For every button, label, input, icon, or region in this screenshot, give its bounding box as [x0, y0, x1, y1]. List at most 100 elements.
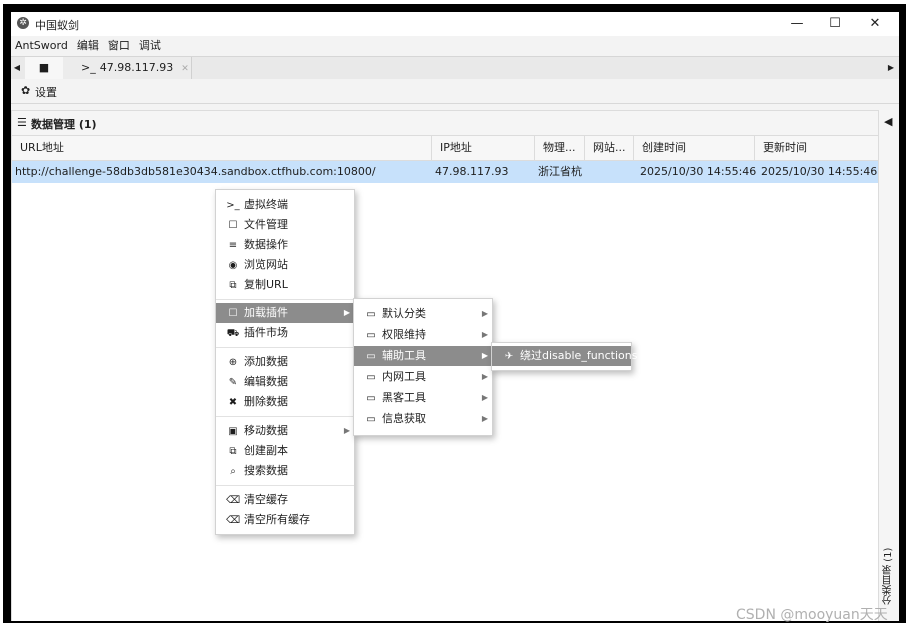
submenu-arrow-icon: ▶ — [343, 426, 350, 435]
submenu-arrow-icon: ▶ — [343, 308, 350, 317]
tab-host[interactable]: >_ 47.98.117.93 ✕ — [63, 57, 192, 79]
menu-divider — [216, 416, 354, 417]
delete-icon: ✖ — [228, 397, 238, 408]
close-window-button[interactable]: ✕ — [853, 12, 897, 36]
menu-item-move-data[interactable]: ▣ 移动数据 ▶ — [216, 421, 354, 441]
watermark: CSDN @mooyuan天天 — [736, 607, 888, 623]
tab-scroll-right-icon[interactable]: ▶ — [885, 57, 897, 79]
plugin-item-hacker[interactable]: ▭ 黑客工具 ▶ — [354, 388, 492, 408]
menu-item-label: 文件管理 — [244, 218, 288, 231]
menu-item-label: 清空所有缓存 — [244, 513, 310, 526]
menu-item-terminal[interactable]: >_ 虚拟终端 — [216, 195, 354, 215]
table-row[interactable]: http://challenge-58db3db581e30434.sandbo… — [12, 161, 878, 183]
menu-item-label: 数据操作 — [244, 238, 288, 251]
menu-item-edit-data[interactable]: ✎ 编辑数据 — [216, 372, 354, 392]
menu-item-label: 默认分类 — [382, 307, 426, 320]
menu-item-label: 绕过disable_functions — [520, 349, 638, 362]
folder-open-icon: ▭ — [366, 330, 376, 341]
toolbar: ✿ 设置 — [11, 79, 899, 104]
folder-open-icon: ▭ — [366, 372, 376, 383]
settings-button[interactable]: 设置 — [35, 84, 57, 100]
menu-item-label: 辅助工具 — [382, 349, 426, 362]
menu-item-file-manager[interactable]: ☐ 文件管理 — [216, 215, 354, 235]
cell-site — [585, 161, 634, 183]
terminal-icon: >_ — [81, 61, 96, 74]
cell-updated: 2025/10/30 14:55:46 — [761, 165, 878, 178]
menu-item-duplicate[interactable]: ⧉ 创建副本 — [216, 441, 354, 461]
menu-item-label: 删除数据 — [244, 395, 288, 408]
grid-icon: ■ — [38, 61, 50, 74]
edit-icon: ✎ — [228, 377, 238, 388]
menu-item-label: 虚拟终端 — [244, 198, 288, 211]
plugin-submenu: ▭ 默认分类 ▶ ▭ 权限维持 ▶ ▭ 辅助工具 ▶ ▭ 内网工具 ▶ ▭ 黑客工具 ▶ ▭ 信息获取… — [353, 298, 493, 436]
tab-bar: ◀ ■ >_ 47.98.117.93 ✕ ▶ — [11, 56, 899, 80]
search-icon: ⌕ — [230, 466, 236, 477]
menu-item-label: 添加数据 — [244, 355, 288, 368]
menu-item-label: 加载插件 — [244, 306, 288, 319]
menu-debug[interactable]: 调试 — [139, 36, 161, 56]
menu-edit[interactable]: 编辑 — [77, 36, 99, 56]
menu-divider — [216, 347, 354, 348]
submenu-arrow-icon: ▶ — [481, 330, 488, 339]
menu-item-label: 信息获取 — [382, 412, 426, 425]
tab-close-icon[interactable]: ✕ — [181, 64, 189, 74]
tool-item-bypass-disable-functions[interactable]: ✈ 绕过disable_functions — [492, 346, 637, 366]
menu-item-delete-data[interactable]: ✖ 删除数据 — [216, 392, 354, 412]
column-ip[interactable]: IP地址 — [432, 136, 535, 160]
title-bar: ✲ 中国蚁剑 — ☐ ✕ — [11, 12, 899, 36]
submenu-arrow-icon: ▶ — [481, 414, 488, 423]
sidebar-collapse-icon[interactable]: ◀ — [884, 115, 892, 128]
menu-item-browse[interactable]: ◉ 浏览网站 — [216, 255, 354, 275]
menu-item-search-data[interactable]: ⌕ 搜索数据 — [216, 461, 354, 481]
menu-antsword[interactable]: AntSword — [15, 36, 68, 56]
plugin-item-persistence[interactable]: ▭ 权限维持 ▶ — [354, 325, 492, 345]
menu-item-add-data[interactable]: ⊕ 添加数据 — [216, 352, 354, 372]
folder-open-icon: ▭ — [366, 414, 376, 425]
cell-created: 2025/10/30 14:55:46 — [640, 165, 757, 178]
maximize-button[interactable]: ☐ — [813, 12, 857, 36]
plugin-item-default[interactable]: ▭ 默认分类 ▶ — [354, 304, 492, 324]
list-icon: ☰ — [17, 116, 27, 129]
submenu-arrow-icon: ▶ — [481, 309, 488, 318]
column-site[interactable]: 网站... — [585, 136, 634, 160]
plus-circle-icon: ⊕ — [228, 357, 238, 368]
window-title: 中国蚁剑 — [35, 19, 79, 32]
database-icon: ≡ — [228, 240, 238, 251]
menu-item-label: 创建副本 — [244, 444, 288, 457]
plugin-item-intranet[interactable]: ▭ 内网工具 ▶ — [354, 367, 492, 387]
tab-scroll-left-icon[interactable]: ◀ — [11, 57, 23, 79]
menu-item-label: 编辑数据 — [244, 375, 288, 388]
menu-item-label: 权限维持 — [382, 328, 426, 341]
submenu-arrow-icon: ▶ — [481, 393, 488, 402]
menu-item-clear-all-cache[interactable]: ⌫ 清空所有缓存 — [216, 510, 354, 530]
menu-window[interactable]: 窗口 — [108, 36, 130, 56]
plugin-item-info[interactable]: ▭ 信息获取 ▶ — [354, 409, 492, 429]
terminal-icon: >_ — [226, 200, 240, 211]
menu-divider — [216, 485, 354, 486]
menu-divider — [216, 299, 354, 300]
cell-ip: 47.98.117.93 — [435, 165, 509, 178]
tab-host-label: 47.98.117.93 — [99, 61, 174, 74]
plugin-item-auxiliary[interactable]: ▭ 辅助工具 ▶ — [354, 346, 492, 366]
menu-item-copy-url[interactable]: ⧉ 复制URL — [216, 275, 354, 295]
menu-item-load-plugin[interactable]: ☐ 加载插件 ▶ — [216, 303, 354, 323]
menu-item-plugin-market[interactable]: ⛟ 插件市场 — [216, 323, 354, 343]
table-header: URL地址 IP地址 物理... 网站... 创建时间 更新时间 — [12, 136, 878, 161]
menu-item-label: 搜索数据 — [244, 464, 288, 477]
tab-home[interactable]: ■ — [25, 57, 64, 79]
menu-item-database[interactable]: ≡ 数据操作 — [216, 235, 354, 255]
menu-item-clear-cache[interactable]: ⌫ 清空缓存 — [216, 490, 354, 510]
column-url[interactable]: URL地址 — [12, 136, 432, 160]
chrome-icon: ◉ — [228, 260, 238, 271]
category-sidebar: ◀ 分类目录 (1) — [878, 110, 899, 621]
menu-item-label: 复制URL — [244, 278, 288, 291]
cell-location: 浙江省杭 — [538, 165, 582, 178]
folder-icon: ☐ — [228, 308, 238, 319]
category-directory-label[interactable]: 分类目录 (1) — [881, 525, 897, 605]
cell-url: http://challenge-58db3db581e30434.sandbo… — [15, 165, 376, 178]
cart-icon: ⛟ — [226, 328, 240, 339]
trash-icon: ⌫ — [226, 495, 241, 506]
column-location[interactable]: 物理... — [535, 136, 585, 160]
column-created[interactable]: 创建时间 — [634, 136, 755, 160]
column-updated[interactable]: 更新时间 — [755, 136, 878, 160]
